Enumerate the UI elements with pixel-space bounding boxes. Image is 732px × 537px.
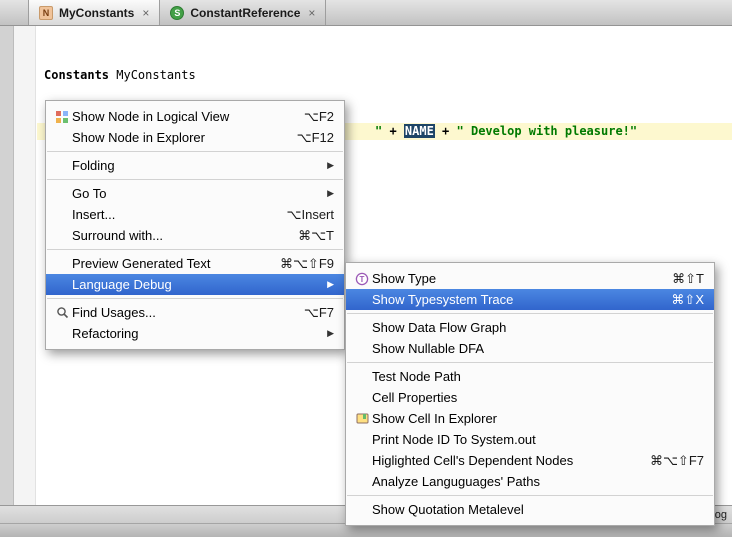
menu-item-label: Test Node Path — [372, 369, 704, 384]
menu-item-label: Show Type — [372, 271, 652, 286]
menu-item-analyze-languages-paths[interactable]: Analyze Languguages' Paths — [346, 471, 714, 492]
menu-item-shortcut: ⌘⌥⇧F7 — [650, 453, 704, 469]
menu-item-label: Go To — [72, 186, 307, 201]
context-menu: Show Node in Logical View ⌥F2 Show Node … — [45, 100, 345, 350]
menu-item-find-usages[interactable]: Find Usages... ⌥F7 — [46, 302, 344, 323]
menu-item-label: Show Quotation Metalevel — [372, 502, 704, 517]
menu-item-label: Cell Properties — [372, 390, 704, 405]
code-text: MyConstants — [109, 68, 196, 82]
menu-item-shortcut: ⌘⌥⇧F9 — [280, 256, 334, 272]
menu-item-insert[interactable]: Insert... ⌥Insert — [46, 204, 344, 225]
menu-item-shortcut: ⌥Insert — [287, 207, 335, 223]
menu-item-label: Show Node in Logical View — [72, 109, 284, 124]
menu-item-label: Show Data Flow Graph — [372, 320, 704, 335]
menu-item-cell-properties[interactable]: Cell Properties — [346, 387, 714, 408]
menu-item-show-type[interactable]: T Show Type ⌘⇧T — [346, 268, 714, 289]
menu-item-show-node-in-logical-view[interactable]: Show Node in Logical View ⌥F2 — [46, 106, 344, 127]
menu-item-folding[interactable]: Folding ▶ — [46, 155, 344, 176]
menu-item-show-node-in-explorer[interactable]: Show Node in Explorer ⌥F12 — [46, 127, 344, 148]
type-icon: T — [352, 272, 372, 286]
ide-window: N MyConstants × S ConstantReference × " … — [0, 0, 732, 537]
editor-gutter — [14, 26, 36, 505]
menu-item-shortcut: ⌥F2 — [304, 109, 334, 125]
menu-item-preview-generated-text[interactable]: Preview Generated Text ⌘⌥⇧F9 — [46, 253, 344, 274]
menu-item-show-typesystem-trace[interactable]: Show Typesystem Trace ⌘⇧X — [346, 289, 714, 310]
editor-tab-bar: N MyConstants × S ConstantReference × — [0, 0, 732, 26]
menu-item-surround-with[interactable]: Surround with... ⌘⌥T — [46, 225, 344, 246]
close-icon[interactable]: × — [308, 6, 315, 20]
menu-separator — [47, 151, 343, 152]
menu-item-label: Folding — [72, 158, 307, 173]
menu-item-label: Show Typesystem Trace — [372, 292, 651, 307]
submenu-arrow-icon: ▶ — [327, 328, 334, 339]
tab-label: MyConstants — [59, 6, 134, 20]
submenu-arrow-icon: ▶ — [327, 279, 334, 290]
menu-separator — [347, 362, 713, 363]
string-literal: " Develop with pleasure!" — [457, 124, 638, 138]
tool-window-stripe — [0, 26, 14, 505]
plus-operator: + — [435, 124, 457, 138]
search-icon — [52, 306, 72, 319]
menu-item-label: Print Node ID To System.out — [372, 432, 704, 447]
menu-item-show-quotation-metalevel[interactable]: Show Quotation Metalevel — [346, 499, 714, 520]
menu-separator — [47, 179, 343, 180]
menu-item-label: Higlighted Cell's Dependent Nodes — [372, 453, 630, 468]
menu-item-label: Analyze Languguages' Paths — [372, 474, 704, 489]
menu-item-label: Show Cell In Explorer — [372, 411, 704, 426]
close-icon[interactable]: × — [142, 6, 149, 20]
code-line: Constants MyConstants — [44, 68, 311, 83]
menu-item-show-data-flow-graph[interactable]: Show Data Flow Graph — [346, 317, 714, 338]
menu-item-shortcut: ⌘⇧X — [671, 292, 704, 308]
menu-item-highlighted-cells-dependent-nodes[interactable]: Higlighted Cell's Dependent Nodes ⌘⌥⇧F7 — [346, 450, 714, 471]
menu-separator — [47, 298, 343, 299]
menu-item-label: Preview Generated Text — [72, 256, 260, 271]
keyword: Constants — [44, 68, 109, 82]
menu-separator — [47, 249, 343, 250]
name-reference-token[interactable]: NAME — [404, 124, 435, 138]
menu-item-shortcut: ⌥F7 — [304, 305, 334, 321]
menu-item-label: Refactoring — [72, 326, 307, 341]
submenu-arrow-icon: ▶ — [327, 188, 334, 199]
menu-item-label: Insert... — [72, 207, 267, 222]
node-icon: N — [39, 6, 53, 20]
svg-text:T: T — [360, 275, 365, 284]
menu-item-label: Surround with... — [72, 228, 278, 243]
menu-item-language-debug[interactable]: Language Debug ▶ — [46, 274, 344, 295]
tab-label: ConstantReference — [190, 6, 300, 20]
menu-item-go-to[interactable]: Go To ▶ — [46, 183, 344, 204]
menu-item-refactoring[interactable]: Refactoring ▶ — [46, 323, 344, 344]
menu-separator — [347, 313, 713, 314]
menu-item-shortcut: ⌘⌥T — [298, 228, 334, 244]
concept-icon: S — [170, 6, 184, 20]
code-fragment: " + NAME + " Develop with pleasure!" — [375, 124, 637, 138]
language-debug-submenu: T Show Type ⌘⇧T Show Typesystem Trace ⌘⇧… — [345, 262, 715, 526]
tab-myconstants[interactable]: N MyConstants × — [28, 0, 160, 25]
menu-item-shortcut: ⌥F12 — [297, 130, 334, 146]
menu-item-label: Show Node in Explorer — [72, 130, 277, 145]
menu-item-shortcut: ⌘⇧T — [672, 271, 704, 287]
menu-item-show-nullable-dfa[interactable]: Show Nullable DFA — [346, 338, 714, 359]
menu-item-print-node-id[interactable]: Print Node ID To System.out — [346, 429, 714, 450]
menu-item-label: Language Debug — [72, 277, 307, 292]
explorer-book-icon — [352, 412, 372, 425]
menu-item-label: Show Nullable DFA — [372, 341, 704, 356]
plus-operator: + — [382, 124, 404, 138]
menu-item-label: Find Usages... — [72, 305, 284, 320]
logical-view-icon — [52, 111, 72, 123]
menu-item-show-cell-in-explorer[interactable]: Show Cell In Explorer — [346, 408, 714, 429]
menu-item-test-node-path[interactable]: Test Node Path — [346, 366, 714, 387]
submenu-arrow-icon: ▶ — [327, 160, 334, 171]
menu-separator — [347, 495, 713, 496]
tab-constantreference[interactable]: S ConstantReference × — [160, 0, 326, 25]
